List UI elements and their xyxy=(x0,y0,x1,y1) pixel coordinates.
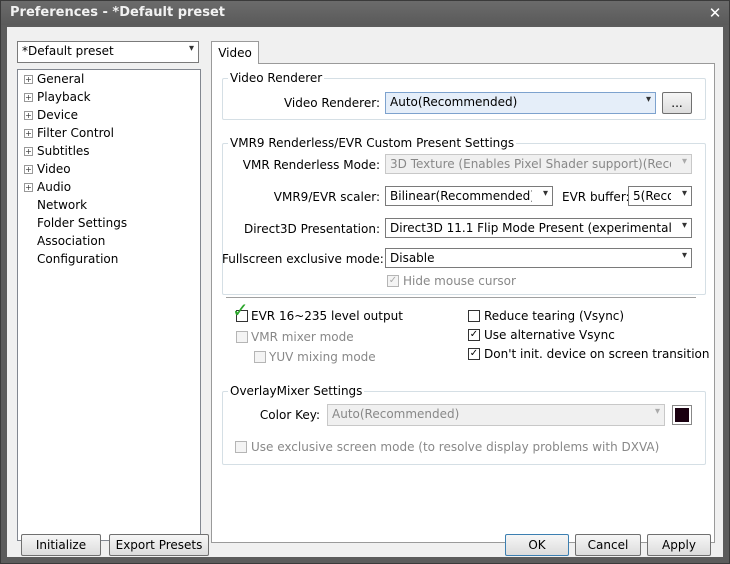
tree-item-playback[interactable]: + Playback xyxy=(24,88,91,106)
title-bar[interactable]: Preferences - *Default preset ✕ xyxy=(1,1,729,25)
color-key-value: Auto(Recommended) xyxy=(332,407,460,421)
chevron-down-icon: ▾ xyxy=(681,188,687,199)
chevron-down-icon: ▾ xyxy=(681,220,687,231)
tree-item-folder-settings[interactable]: Folder Settings xyxy=(24,214,127,232)
d3d-presentation-select[interactable]: Direct3D 11.1 Flip Mode Present (experim… xyxy=(385,218,692,238)
expand-icon[interactable]: + xyxy=(24,147,33,156)
evr-buffer-select[interactable]: 5(Recor ▾ xyxy=(628,186,692,206)
dont-init-checkbox[interactable]: ✓ xyxy=(468,348,480,360)
settings-tree: + General + Playback + Device + Filter Contr… xyxy=(17,69,201,541)
tree-item-subtitles[interactable]: + Subtitles xyxy=(24,142,90,160)
tree-item-label: Filter Control xyxy=(37,126,114,140)
video-renderer-select[interactable]: Auto(Recommended) ▾ xyxy=(385,92,656,114)
evr-buffer-label: EVR buffer: xyxy=(562,190,630,204)
chevron-down-icon: ▾ xyxy=(681,156,687,167)
vmr9-evr-scaler-select[interactable]: Bilinear(Recommended) ▾ xyxy=(385,186,553,206)
d3d-presentation-value: Direct3D 11.1 Flip Mode Present (experim… xyxy=(390,221,671,235)
apply-button[interactable]: Apply xyxy=(647,534,711,556)
divider xyxy=(226,297,696,298)
tree-item-label: Device xyxy=(37,108,79,122)
alt-vsync-checkbox[interactable]: ✓ xyxy=(468,329,480,341)
expand-icon[interactable]: + xyxy=(24,183,33,192)
tab-video[interactable]: Video xyxy=(211,41,259,64)
reduce-tearing-label: Reduce tearing (Vsync) xyxy=(484,309,625,323)
tree-item-label: General xyxy=(37,72,85,86)
yuv-mixing-label: YUV mixing mode xyxy=(269,350,376,364)
alt-vsync-label: Use alternative Vsync xyxy=(484,328,615,342)
vmr9-group-title: VMR9 Renderless/EVR Custom Present Setti… xyxy=(228,136,517,150)
color-key-swatch-fill xyxy=(675,408,689,422)
chevron-down-icon: ▾ xyxy=(681,250,687,261)
tree-item-label: Configuration xyxy=(37,252,119,266)
cancel-button[interactable]: Cancel xyxy=(575,534,641,556)
tree-item-general[interactable]: + General xyxy=(24,70,84,88)
video-renderer-value: Auto(Recommended) xyxy=(390,95,518,109)
vmr-mixer-label: VMR mixer mode xyxy=(251,330,354,344)
color-key-label: Color Key: xyxy=(259,408,320,422)
video-renderer-group-title: Video Renderer xyxy=(228,71,325,85)
expand-icon[interactable]: + xyxy=(24,111,33,120)
export-presets-button[interactable]: Export Presets xyxy=(109,534,209,556)
expand-icon[interactable]: + xyxy=(24,93,33,102)
vmr-renderless-mode-value: 3D Texture (Enables Pixel Shader support… xyxy=(390,157,671,171)
fullscreen-exclusive-select[interactable]: Disable ▾ xyxy=(385,248,692,268)
preferences-window: Preferences - *Default preset ✕ *Default… xyxy=(0,0,730,564)
vmr-mixer-checkbox[interactable] xyxy=(236,331,248,343)
tree-item-network[interactable]: Network xyxy=(24,196,87,214)
fullscreen-exclusive-label: Fullscreen exclusive mode: xyxy=(222,252,384,266)
tree-item-label: Video xyxy=(37,162,71,176)
color-key-select[interactable]: Auto(Recommended) ▾ xyxy=(327,404,665,426)
chevron-down-icon: ▾ xyxy=(645,94,651,105)
initialize-button[interactable]: Initialize xyxy=(21,534,101,556)
close-icon[interactable]: ✕ xyxy=(705,3,725,23)
vmr-renderless-mode-label: VMR Renderless Mode: xyxy=(242,158,380,172)
dialog-client: *Default preset ▾ + General + Playback + De… xyxy=(7,27,723,557)
exclusive-screen-label: Use exclusive screen mode (to resolve di… xyxy=(251,440,660,454)
exclusive-screen-checkbox[interactable] xyxy=(235,441,247,453)
tree-item-label: Folder Settings xyxy=(37,216,128,230)
tree-item-label: Playback xyxy=(37,90,91,104)
chevron-down-icon: ▾ xyxy=(188,43,194,54)
dont-init-label: Don't init. device on screen transition xyxy=(484,347,710,361)
tree-item-audio[interactable]: + Audio xyxy=(24,178,71,196)
evr-buffer-value: 5(Recor xyxy=(633,189,671,203)
tree-item-device[interactable]: + Device xyxy=(24,106,78,124)
expand-icon[interactable]: + xyxy=(24,129,33,138)
evr-level-label: EVR 16~235 level output xyxy=(251,309,403,323)
preset-select[interactable]: *Default preset ▾ xyxy=(17,41,199,63)
reduce-tearing-checkbox[interactable] xyxy=(468,310,480,322)
tree-item-label: Audio xyxy=(37,180,72,194)
tree-item-video[interactable]: + Video xyxy=(24,160,71,178)
renderer-browse-button[interactable]: ... xyxy=(662,92,692,114)
video-settings-panel: Video Renderer Video Renderer: Auto(Reco… xyxy=(211,63,715,543)
video-renderer-label: Video Renderer: xyxy=(283,96,380,110)
tree-item-configuration[interactable]: Configuration xyxy=(24,250,118,268)
d3d-presentation-label: Direct3D Presentation: xyxy=(243,222,380,236)
preset-select-value: *Default preset xyxy=(22,44,114,58)
chevron-down-icon: ▾ xyxy=(654,406,660,417)
color-key-swatch[interactable] xyxy=(672,405,692,425)
yuv-mixing-checkbox[interactable] xyxy=(254,351,266,363)
hide-mouse-label: Hide mouse cursor xyxy=(403,274,516,288)
window-title: Preferences - *Default preset xyxy=(10,5,226,20)
tree-item-label: Subtitles xyxy=(37,144,90,158)
vmr9-evr-scaler-label: VMR9/EVR scaler: xyxy=(273,190,380,204)
expand-icon[interactable]: + xyxy=(24,165,33,174)
tree-item-label: Association xyxy=(37,234,106,248)
tree-item-label: Network xyxy=(37,198,88,212)
green-check-icon: ✓ xyxy=(232,298,249,322)
overlay-group-title: OverlayMixer Settings xyxy=(228,384,365,398)
ok-button[interactable]: OK xyxy=(505,534,569,556)
tree-item-filter-control[interactable]: + Filter Control xyxy=(24,124,114,142)
fullscreen-exclusive-value: Disable xyxy=(390,251,435,265)
chevron-down-icon: ▾ xyxy=(542,188,548,199)
vmr-renderless-mode-select[interactable]: 3D Texture (Enables Pixel Shader support… xyxy=(385,154,692,174)
tree-item-association[interactable]: Association xyxy=(24,232,105,250)
expand-icon[interactable]: + xyxy=(24,75,33,84)
vmr9-evr-scaler-value: Bilinear(Recommended) xyxy=(390,189,532,203)
hide-mouse-checkbox[interactable]: ✓ xyxy=(387,275,399,287)
